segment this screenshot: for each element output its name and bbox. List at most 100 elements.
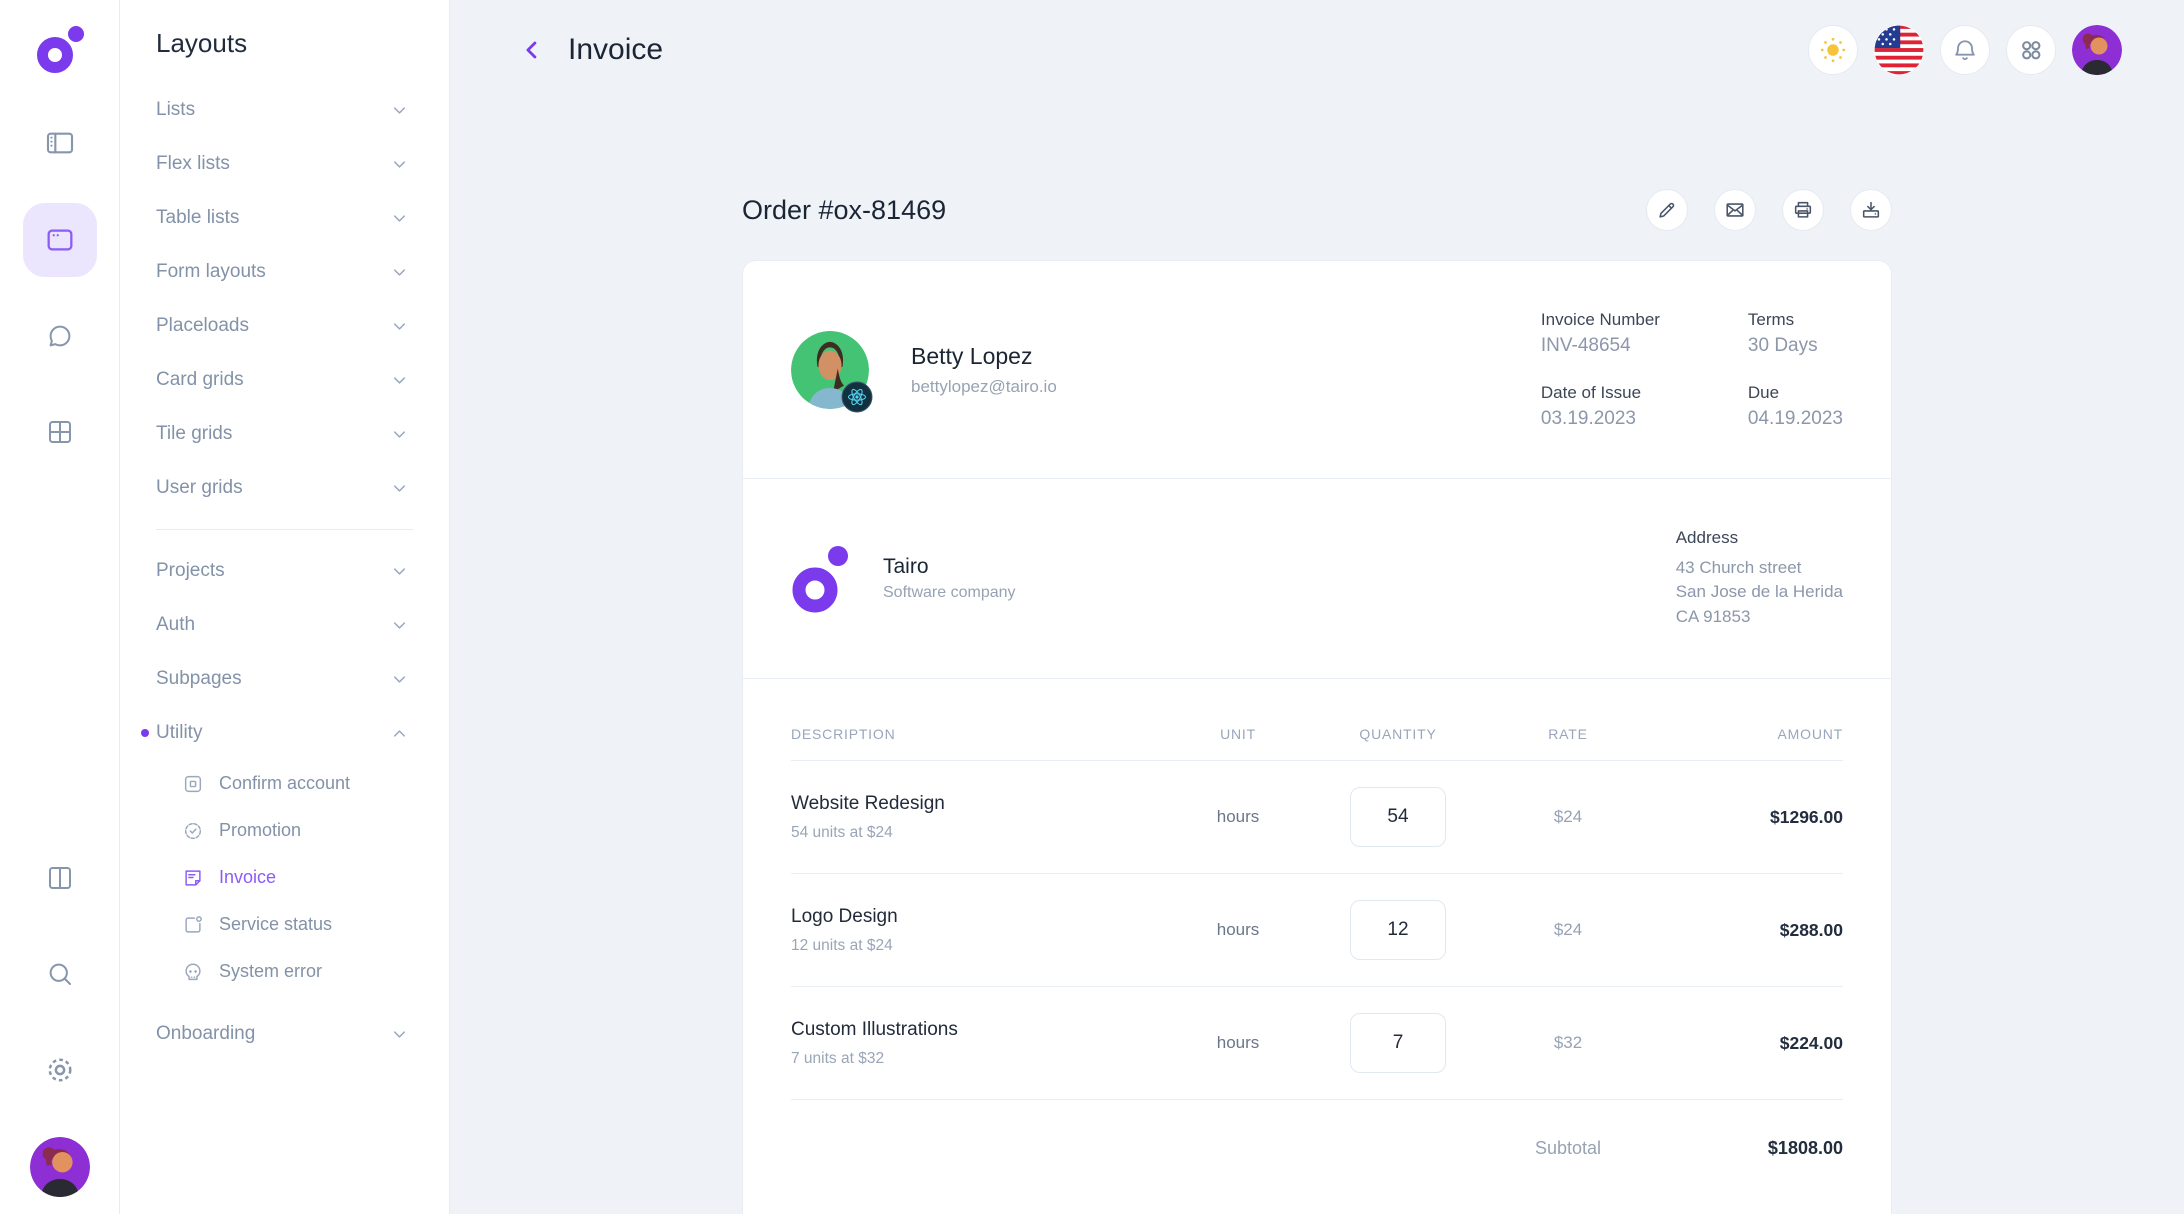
sidebar-subitem-service-status[interactable]: Service status	[120, 901, 449, 948]
content: Order #ox-81469	[742, 100, 1892, 1214]
chevron-down-icon	[390, 670, 409, 689]
main-area: Invoice	[450, 0, 2184, 1214]
mail-button[interactable]	[1714, 189, 1756, 231]
invoice-table: DESCRIPTION UNIT QUANTITY RATE AMOUNT We…	[743, 679, 1891, 1214]
company-tagline: Software company	[883, 584, 1016, 602]
item-details: 12 units at $24	[791, 937, 1173, 955]
quantity-input[interactable]	[1350, 1013, 1446, 1073]
quantity-input[interactable]	[1350, 787, 1446, 847]
language-button[interactable]	[1874, 25, 1924, 75]
item-amount: $224.00	[1643, 1033, 1843, 1054]
item-amount: $1296.00	[1643, 807, 1843, 828]
sidebar-subitem-invoice[interactable]: Invoice	[120, 854, 449, 901]
rail-item-layouts-active[interactable]	[23, 203, 97, 277]
download-icon	[1860, 199, 1882, 221]
terms-block: Terms 30 Days	[1748, 310, 1843, 357]
date-of-issue-value: 03.19.2023	[1541, 408, 1748, 430]
sidebar-subitem-confirm-account[interactable]: Confirm account	[120, 760, 449, 807]
terms-label: Terms	[1748, 310, 1843, 330]
sidebar-item-label: Tile grids	[156, 423, 232, 445]
grid-icon[interactable]	[36, 408, 84, 456]
tairo-logo	[791, 544, 849, 614]
sidebar-divider	[156, 529, 413, 530]
sidebar-item-table-lists[interactable]: Table lists	[120, 191, 449, 245]
customer-name: Betty Lopez	[911, 343, 1057, 370]
sidebar-item-label: Lists	[156, 99, 195, 121]
notifications-button[interactable]	[1940, 25, 1990, 75]
chat-bubble-icon[interactable]	[36, 312, 84, 360]
sidebar-item-tile-grids[interactable]: Tile grids	[120, 407, 449, 461]
chevron-down-icon	[390, 101, 409, 120]
sidebar-subitem-system-error[interactable]: System error	[120, 948, 449, 995]
sidebar-nav: Lists Flex lists Table lists Form layout…	[120, 83, 449, 1061]
sidebar-item-subpages[interactable]: Subpages	[120, 652, 449, 706]
order-actions	[1646, 189, 1892, 231]
date-of-issue-block: Date of Issue 03.19.2023	[1541, 383, 1748, 430]
item-amount: $288.00	[1643, 920, 1843, 941]
sidebar-item-label: Utility	[156, 722, 202, 744]
item-unit: hours	[1173, 807, 1303, 827]
column-header-unit: UNIT	[1173, 726, 1303, 742]
tairo-logo[interactable]	[34, 24, 86, 76]
sidebar-item-card-grids[interactable]: Card grids	[120, 353, 449, 407]
sidebar-subitem-label: Invoice	[219, 867, 276, 888]
sidebar-item-label: Form layouts	[156, 261, 266, 283]
chevron-down-icon	[390, 155, 409, 174]
column-header-rate: RATE	[1493, 726, 1643, 742]
item-description: Logo Design	[791, 906, 1173, 928]
invoice-company-section: Tairo Software company Address 43 Church…	[743, 479, 1891, 679]
sidebar-item-placeloads[interactable]: Placeloads	[120, 299, 449, 353]
search-icon[interactable]	[36, 950, 84, 998]
gear-icon[interactable]	[36, 1046, 84, 1094]
rail-user-avatar[interactable]	[30, 1137, 90, 1197]
download-button[interactable]	[1850, 189, 1892, 231]
invoice-meta: Invoice Number INV-48654 Terms 30 Days D…	[1541, 310, 1843, 430]
sidebar-item-lists[interactable]: Lists	[120, 83, 449, 137]
invoice-card: Betty Lopez bettylopez@tairo.io Invoice …	[742, 260, 1892, 1214]
theme-toggle-button[interactable]	[1808, 25, 1858, 75]
profile-avatar-button[interactable]	[2072, 25, 2122, 75]
edit-button[interactable]	[1646, 189, 1688, 231]
sidebar-item-user-grids[interactable]: User grids	[120, 461, 449, 515]
sidebar-subitem-label: Promotion	[219, 820, 301, 841]
apps-button[interactable]	[2006, 25, 2056, 75]
sidebar-item-flex-lists[interactable]: Flex lists	[120, 137, 449, 191]
invoice-note-icon	[182, 867, 204, 889]
back-button[interactable]	[518, 36, 546, 64]
chevron-down-icon	[390, 425, 409, 444]
us-flag-icon	[1874, 25, 1924, 75]
invoice-number-value: INV-48654	[1541, 335, 1748, 357]
subtotal-value: $1808.00	[1643, 1138, 1843, 1159]
quantity-input[interactable]	[1350, 900, 1446, 960]
item-unit: hours	[1173, 920, 1303, 940]
sidebar-title: Layouts	[156, 28, 449, 59]
column-header-description: DESCRIPTION	[791, 726, 1173, 742]
sidebar-subitem-label: Confirm account	[219, 773, 350, 794]
sidebar-item-label: User grids	[156, 477, 243, 499]
profile-avatar	[2072, 25, 2122, 75]
item-details: 54 units at $24	[791, 824, 1173, 842]
sidebar-item-onboarding[interactable]: Onboarding	[120, 1007, 449, 1061]
due-label: Due	[1748, 383, 1843, 403]
split-columns-icon[interactable]	[36, 854, 84, 902]
react-logo-badge	[841, 381, 873, 413]
page-title: Invoice	[568, 33, 663, 67]
chevron-down-icon	[390, 1025, 409, 1044]
sidebar-item-auth[interactable]: Auth	[120, 598, 449, 652]
item-rate: $32	[1493, 1033, 1643, 1053]
print-icon	[1792, 199, 1814, 221]
sidebar-item-utility[interactable]: Utility	[120, 706, 449, 760]
sidebar: Layouts Lists Flex lists Table lists For…	[120, 0, 450, 1214]
date-of-issue-label: Date of Issue	[1541, 383, 1748, 403]
table-row: Custom Illustrations 7 units at $32 hour…	[791, 987, 1843, 1100]
sidebar-item-projects[interactable]: Projects	[120, 544, 449, 598]
address-line: CA 91853	[1676, 605, 1843, 630]
sidebar-item-form-layouts[interactable]: Form layouts	[120, 245, 449, 299]
sidebar-subitem-promotion[interactable]: Promotion	[120, 807, 449, 854]
active-bullet-dot	[141, 729, 149, 737]
sun-icon	[1818, 35, 1848, 65]
column-header-quantity: QUANTITY	[1303, 726, 1493, 742]
print-button[interactable]	[1782, 189, 1824, 231]
sidebar-panels-icon[interactable]	[36, 119, 84, 167]
item-rate: $24	[1493, 807, 1643, 827]
